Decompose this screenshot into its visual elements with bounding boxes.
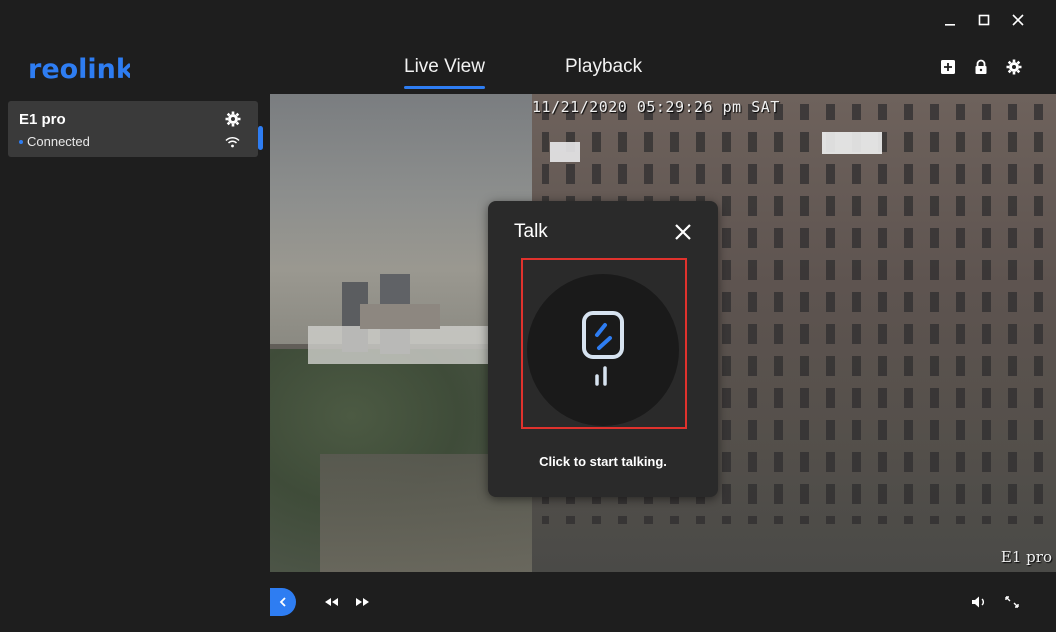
window-controls (942, 10, 1026, 30)
fullscreen-button[interactable] (1003, 595, 1021, 609)
talk-dialog: Talk Click to start talking. (488, 201, 718, 497)
settings-gear-icon[interactable] (1006, 59, 1022, 75)
microphone-icon (582, 311, 624, 386)
device-status: Connected (19, 134, 90, 149)
rewind-button[interactable] (322, 595, 340, 609)
rewind-icon (325, 598, 338, 606)
tab-playback[interactable]: Playback (565, 56, 642, 87)
video-timestamp: 11/21/2020 05:29:26 pm SAT (532, 98, 780, 116)
video-camera-label: E1 pro (1000, 548, 1052, 566)
talk-microphone-button[interactable] (527, 274, 679, 426)
maximize-icon[interactable] (976, 10, 992, 30)
talk-dialog-title: Talk (514, 221, 548, 242)
brand-text: reolink (28, 54, 130, 84)
header-toolbar (940, 59, 1022, 75)
device-card-e1-pro[interactable]: E1 pro Connected (8, 101, 263, 157)
status-dot (19, 139, 23, 144)
device-name: E1 pro (19, 111, 66, 128)
volume-icon (972, 596, 984, 608)
bottom-control-bar (270, 572, 1056, 632)
chevron-left-icon (279, 597, 286, 607)
add-device-icon[interactable] (940, 59, 956, 75)
device-settings-icon[interactable] (225, 111, 241, 127)
device-sidebar: E1 pro Connected (0, 94, 270, 572)
collapse-sidebar-button[interactable] (270, 588, 296, 616)
fast-forward-button[interactable] (354, 595, 372, 609)
talk-hint-text: Click to start talking. (539, 454, 667, 469)
device-status-text: Connected (27, 134, 90, 149)
sidebar-scrollbar[interactable] (258, 126, 263, 150)
fullscreen-icon (1005, 596, 1019, 608)
wifi-icon (225, 136, 240, 148)
close-icon[interactable] (674, 223, 692, 241)
tab-live-view[interactable]: Live View (404, 56, 485, 89)
volume-button[interactable] (970, 595, 988, 609)
lock-icon[interactable] (973, 59, 989, 75)
main-tabs: Live View Playback (404, 56, 642, 89)
close-icon[interactable] (1010, 10, 1026, 30)
fast-forward-icon (356, 598, 369, 606)
reolink-logo: reolink (28, 54, 130, 84)
minimize-icon[interactable] (942, 10, 958, 30)
